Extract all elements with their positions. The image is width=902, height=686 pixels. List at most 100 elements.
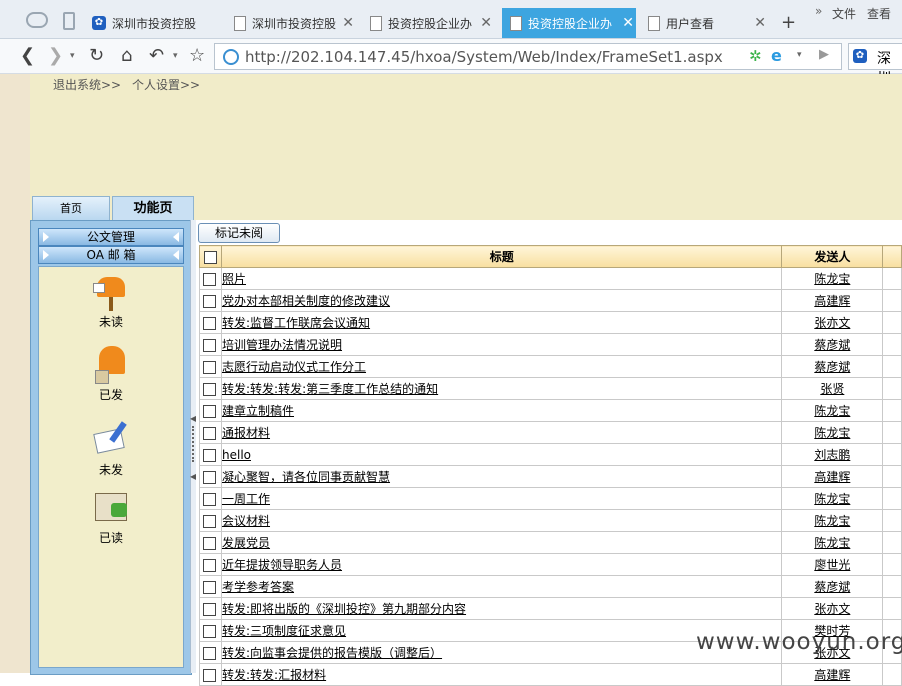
row-title-link[interactable]: 通报材料 <box>222 426 270 440</box>
row-title-link[interactable]: hello <box>222 448 251 462</box>
tab-functions[interactable]: 功能页 <box>112 196 194 222</box>
column-title[interactable]: 标题 <box>220 245 783 268</box>
row-title-link[interactable]: 一周工作 <box>222 492 270 506</box>
row-checkbox[interactable] <box>203 426 216 440</box>
mail-unread[interactable]: 未读 <box>39 269 183 330</box>
dropdown-icon[interactable]: ▾ <box>70 51 75 61</box>
go-icon[interactable]: ▶ <box>819 47 829 62</box>
browser-tab-1[interactable]: ✿ 深圳市投资控股 <box>92 8 218 38</box>
row-title-link[interactable]: 党办对本部相关制度的修改建议 <box>222 294 390 308</box>
dropdown-icon[interactable]: ▾ <box>797 50 802 60</box>
search-engine-box[interactable]: ✿ 深圳 <box>848 43 902 87</box>
row-sender-link[interactable]: 张亦文 <box>814 602 850 616</box>
row-checkbox[interactable] <box>203 536 216 550</box>
row-checkbox[interactable] <box>203 404 216 418</box>
row-checkbox[interactable] <box>203 646 216 660</box>
row-checkbox[interactable] <box>203 514 216 528</box>
close-icon[interactable]: ✕ <box>342 15 354 31</box>
row-checkbox[interactable] <box>203 492 216 506</box>
row-checkbox[interactable] <box>203 338 216 352</box>
row-sender-link[interactable]: 张亦文 <box>814 316 850 330</box>
row-checkbox[interactable] <box>203 382 216 396</box>
ie-icon[interactable]: e <box>771 46 782 65</box>
menu-file[interactable]: 文件 <box>832 5 856 22</box>
row-title-link[interactable]: 发展党员 <box>222 536 270 550</box>
row-checkbox[interactable] <box>203 580 216 594</box>
row-title-link[interactable]: 照片 <box>222 272 246 286</box>
row-checkbox[interactable] <box>203 558 216 572</box>
row-checkbox[interactable] <box>203 470 216 484</box>
row-sender-link[interactable]: 陈龙宝 <box>814 536 850 550</box>
row-checkbox[interactable] <box>203 624 216 638</box>
logout-link[interactable]: 退出系统>> <box>53 76 121 93</box>
row-sender-link[interactable]: 陈龙宝 <box>814 514 850 528</box>
forward-icon[interactable]: ❯ <box>48 45 63 66</box>
row-checkbox[interactable] <box>203 316 216 330</box>
row-sender-link[interactable]: 蔡彦斌 <box>814 360 850 374</box>
row-checkbox[interactable] <box>203 360 216 374</box>
back-icon[interactable]: ❮ <box>20 45 35 66</box>
mail-draft[interactable]: 未发 <box>39 417 183 478</box>
row-title-link[interactable]: 转发:转发:汇报材料 <box>222 668 326 682</box>
tab-home[interactable]: 首页 <box>32 196 110 222</box>
row-sender-link[interactable]: 蔡彦斌 <box>814 338 850 352</box>
mail-sent[interactable]: 已发 <box>39 342 183 403</box>
row-title-cell: 转发:监督工作联席会议通知 <box>220 311 783 334</box>
close-icon[interactable]: ✕ <box>754 15 766 31</box>
row-title-link[interactable]: 会议材料 <box>222 514 270 528</box>
row-title-link[interactable]: 培训管理办法情况说明 <box>222 338 342 352</box>
refresh-icon[interactable]: ↻ <box>89 45 104 66</box>
settings-link[interactable]: 个人设置>> <box>132 76 200 93</box>
row-title-link[interactable]: 转发:即将出版的《深圳投控》第九期部分内容 <box>222 602 466 616</box>
row-checkbox[interactable] <box>203 448 216 462</box>
new-tab-button[interactable]: + <box>781 12 796 33</box>
section-mail-header[interactable]: OA 邮 箱 <box>38 246 184 264</box>
row-title-link[interactable]: 考学参考答案 <box>222 580 294 594</box>
row-title-link[interactable]: 转发:监督工作联席会议通知 <box>222 316 370 330</box>
cloud-icon[interactable] <box>26 12 48 28</box>
row-checkbox[interactable] <box>203 668 216 682</box>
mark-unread-button[interactable]: 标记未阅 <box>198 223 280 243</box>
row-checkbox[interactable] <box>203 602 216 616</box>
row-title-cell: 近年提拔领导职务人员 <box>220 553 783 576</box>
row-title-link[interactable]: 志愿行动启动仪式工作分工 <box>222 360 366 374</box>
row-sender-link[interactable]: 高建辉 <box>814 294 850 308</box>
row-title-link[interactable]: 转发:转发:转发:第三季度工作总结的通知 <box>222 382 438 396</box>
undo-icon[interactable]: ↶ <box>149 45 164 66</box>
row-title-link[interactable]: 凝心聚智，请各位同事贡献智慧 <box>222 470 390 484</box>
section-docs-header[interactable]: 公文管理 <box>38 228 184 246</box>
row-title-link[interactable]: 转发:向监事会提供的报告模版（调整后） <box>222 646 442 660</box>
row-sender-link[interactable]: 廖世光 <box>814 558 850 572</box>
mail-read[interactable]: 已读 <box>39 485 183 546</box>
browser-tab-5[interactable]: 用户查看 ✕ <box>648 8 768 38</box>
row-sender-link[interactable]: 陈龙宝 <box>814 492 850 506</box>
select-all-checkbox[interactable] <box>204 250 217 264</box>
row-sender-link[interactable]: 陈龙宝 <box>814 404 850 418</box>
url-field[interactable]: http://202.104.147.45/hxoa/System/Web/In… <box>214 43 842 70</box>
row-sender-link[interactable]: 陈龙宝 <box>814 272 850 286</box>
column-sender[interactable]: 发送人 <box>781 245 884 268</box>
browser-tab-3[interactable]: 投资控股企业办 ✕ <box>370 8 494 38</box>
menu-view[interactable]: 查看 <box>867 5 891 22</box>
row-title-link[interactable]: 转发:三项制度征求意见 <box>222 624 346 638</box>
row-checkbox[interactable] <box>203 272 216 286</box>
star-icon[interactable]: ☆ <box>189 45 205 66</box>
close-icon[interactable]: ✕ <box>622 15 634 31</box>
browser-tab-2[interactable]: 深圳市投资控股 ✕ <box>234 8 356 38</box>
row-sender-link[interactable]: 高建辉 <box>814 668 850 682</box>
browser-tab-4-active[interactable]: 投资控股企业办 ✕ <box>502 8 636 38</box>
dropdown-icon[interactable]: ▾ <box>173 51 178 61</box>
row-sender-link[interactable]: 高建辉 <box>814 470 850 484</box>
chevron-right-icon[interactable]: » <box>815 4 822 18</box>
row-sender-link[interactable]: 陈龙宝 <box>814 426 850 440</box>
row-sender-link[interactable]: 刘志鹏 <box>814 448 850 462</box>
row-sender-link[interactable]: 蔡彦斌 <box>814 580 850 594</box>
row-checkbox[interactable] <box>203 294 216 308</box>
speed-icon[interactable]: ✲ <box>749 47 762 65</box>
close-icon[interactable]: ✕ <box>480 15 492 31</box>
home-icon[interactable]: ⌂ <box>121 45 132 66</box>
phone-icon[interactable] <box>63 12 75 30</box>
row-sender-link[interactable]: 张贤 <box>820 382 844 396</box>
row-title-link[interactable]: 建章立制稿件 <box>222 404 294 418</box>
row-title-link[interactable]: 近年提拔领导职务人员 <box>222 558 342 572</box>
